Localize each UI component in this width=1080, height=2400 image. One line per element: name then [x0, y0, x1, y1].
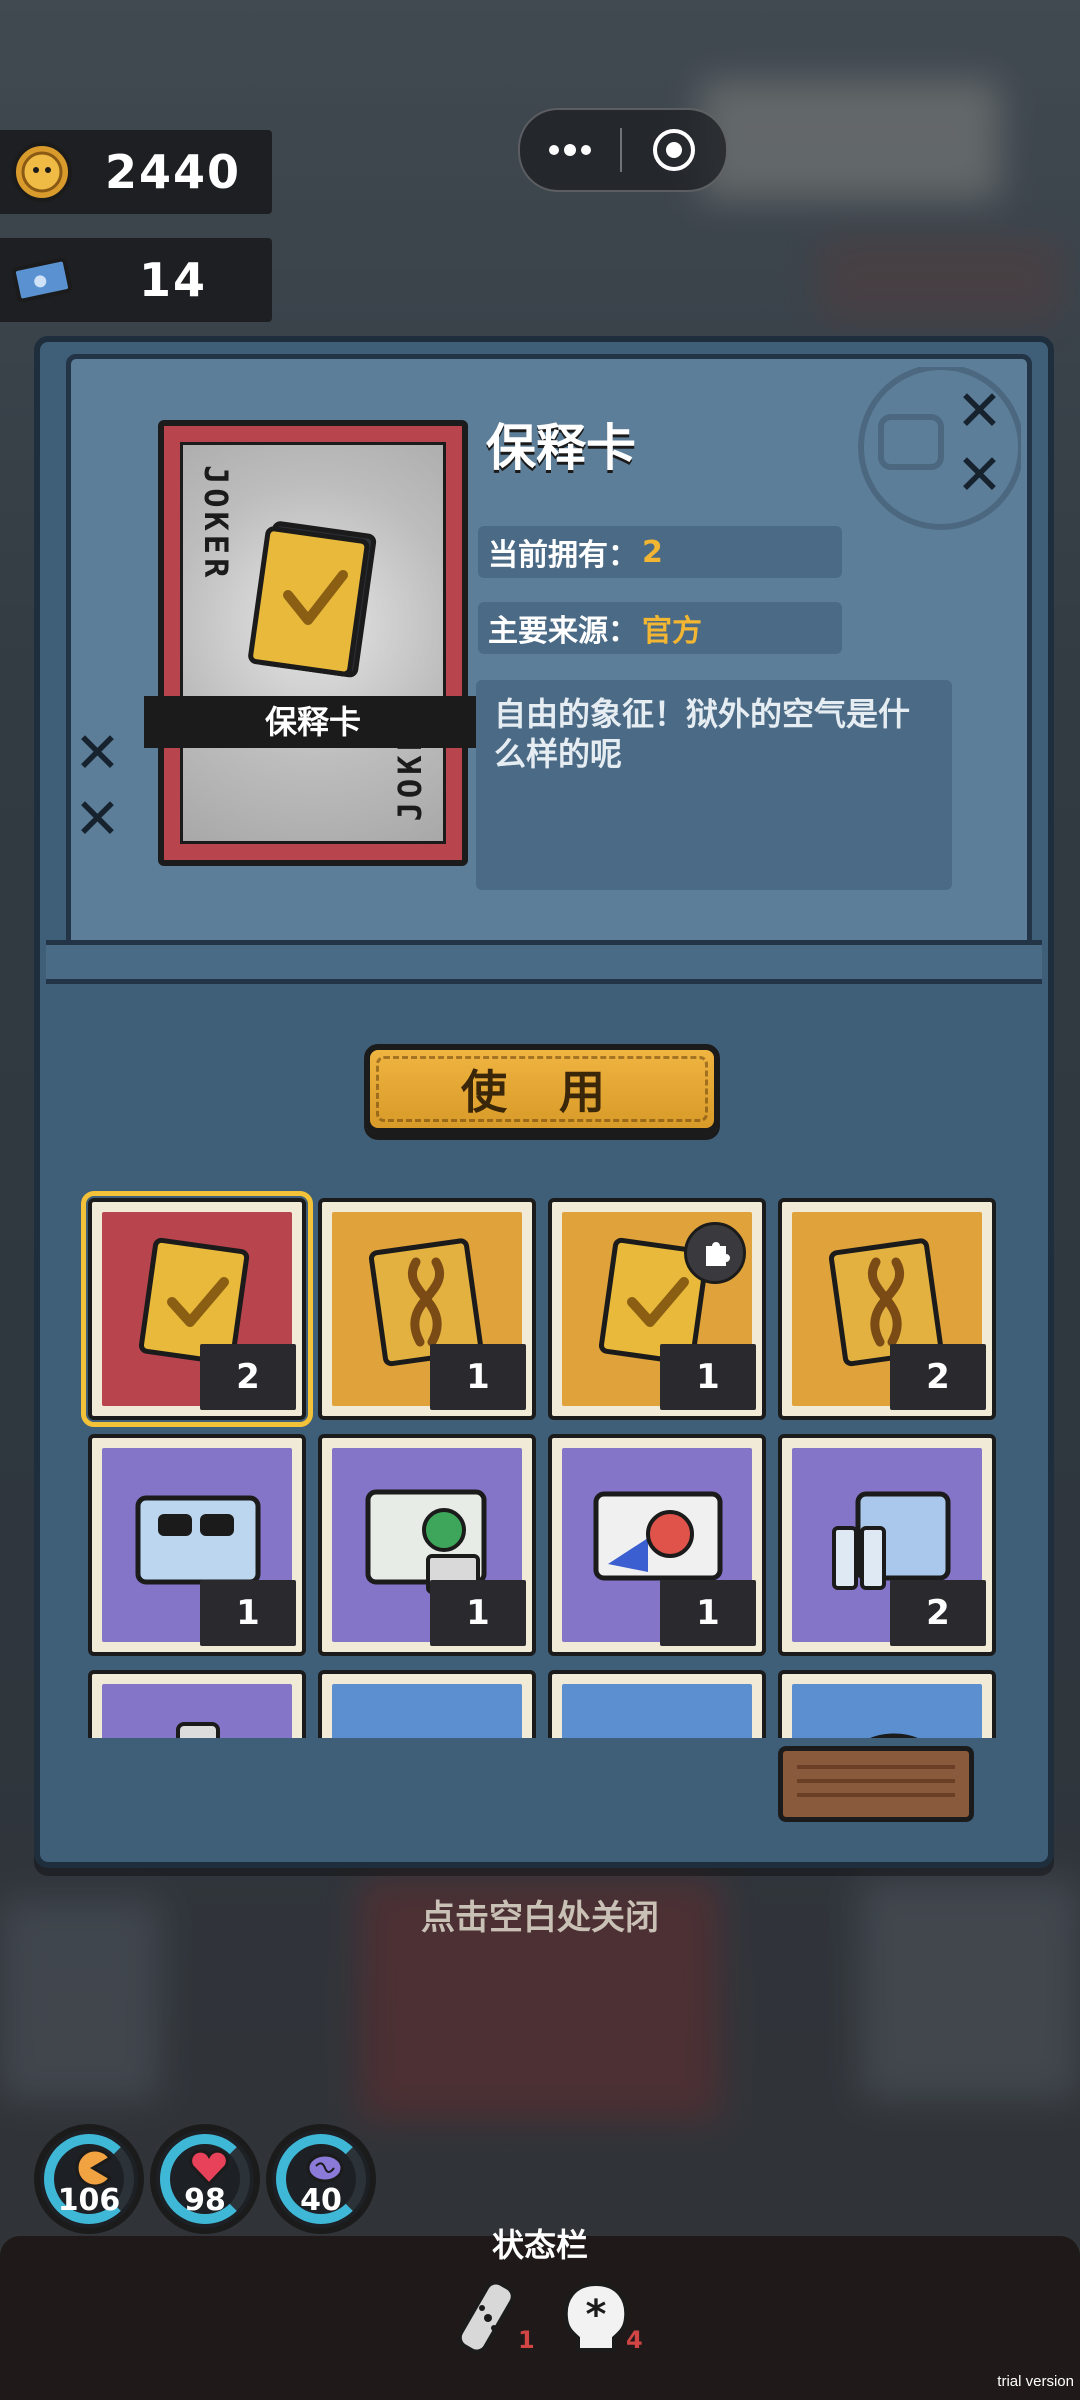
x-mark-decoration: ✕ — [74, 721, 121, 786]
card-name-label: 保释卡 — [144, 696, 482, 748]
box-icon — [358, 1704, 498, 1738]
use-button-label: 使 用 — [460, 1065, 623, 1119]
red-item-icon — [588, 1704, 728, 1738]
brain-icon — [306, 2153, 344, 2183]
inventory-slot[interactable]: 1 — [318, 1198, 536, 1420]
hunger-value: 106 — [57, 2183, 121, 2218]
x-mark-decoration: ✕ — [956, 443, 1003, 508]
item-title: 保释卡 — [486, 419, 636, 477]
owned-value: 2 — [642, 534, 663, 570]
slot-count: 2 — [890, 1344, 986, 1410]
inventory-slot[interactable]: 2 — [778, 1198, 996, 1420]
svg-text:*: * — [586, 2292, 607, 2338]
source-row: 主要来源： 官方 — [478, 602, 842, 654]
inventory-slot[interactable] — [548, 1670, 766, 1738]
slot-count: 1 — [200, 1580, 296, 1646]
coin-icon — [12, 142, 72, 202]
status-bar-title: 状态栏 — [491, 2226, 588, 2264]
bottle-icon — [176, 1722, 220, 1738]
more-dots-icon — [549, 144, 591, 156]
heart-icon — [189, 2150, 229, 2186]
panel-divider — [46, 940, 1042, 984]
ticket-value: 14 — [138, 253, 207, 307]
slot-count: 2 — [890, 1580, 986, 1646]
item-description: 自由的象征！狱外的空气是什么样的呢 — [476, 680, 952, 890]
target-circle-icon — [653, 129, 695, 171]
inventory-slot[interactable] — [318, 1670, 536, 1738]
hunger-stat[interactable]: 106 — [34, 2124, 144, 2234]
inventory-grid[interactable]: 2 1 1 2 1 1 1 2 — [80, 1190, 998, 1738]
inventory-slot[interactable]: 1 — [88, 1434, 306, 1656]
bandage-count: 1 — [518, 2326, 535, 2354]
x-mark-decoration: ✕ — [74, 787, 121, 852]
mind-stat[interactable]: 40 — [266, 2124, 376, 2234]
inventory-slot[interactable]: 1 — [548, 1198, 766, 1420]
bandage-icon[interactable] — [448, 2278, 528, 2358]
inventory-slot[interactable]: 1 — [318, 1434, 536, 1656]
exit-miniprogram-button[interactable] — [622, 110, 726, 190]
card-corner-text-top: JOKER — [197, 465, 235, 582]
use-button[interactable]: 使 用 — [364, 1044, 720, 1134]
health-stat[interactable]: 98 — [150, 2124, 260, 2234]
item-card-preview: JOKER JOKER 保释卡 — [144, 420, 482, 866]
mind-value: 40 — [300, 2183, 342, 2218]
inventory-slot[interactable] — [778, 1670, 996, 1738]
source-value: 官方 — [642, 614, 702, 649]
inventory-slot[interactable]: 2 — [778, 1434, 996, 1656]
more-menu-button[interactable] — [520, 110, 620, 190]
slot-count: 1 — [430, 1344, 526, 1410]
hunger-icon — [75, 2150, 113, 2186]
coin-value: 2440 — [104, 145, 242, 199]
close-hint[interactable]: 点击空白处关闭 — [0, 1890, 1080, 1939]
x-mark-decoration: ✕ — [956, 379, 1003, 444]
slot-count: 1 — [660, 1344, 756, 1410]
owned-count-row: 当前拥有： 2 — [478, 526, 842, 578]
inventory-slot[interactable]: 1 — [548, 1434, 766, 1656]
rock-icon — [870, 1733, 918, 1738]
skull-count: 4 — [626, 2326, 643, 2354]
source-label: 主要来源： — [488, 614, 638, 649]
owned-label: 当前拥有： — [488, 538, 638, 573]
slot-count: 2 — [200, 1344, 296, 1410]
inventory-slot[interactable] — [88, 1670, 306, 1738]
miniprogram-capsule — [518, 108, 728, 192]
inventory-slot[interactable]: 2 — [81, 1191, 313, 1427]
ticket-counter: 14 — [0, 238, 272, 322]
trial-version-label: trial version — [997, 2373, 1074, 2390]
puzzle-badge-icon — [684, 1222, 746, 1284]
bail-card-icon — [248, 521, 377, 678]
ticket-icon — [11, 257, 73, 303]
slot-count: 1 — [430, 1580, 526, 1646]
slot-count: 1 — [660, 1580, 756, 1646]
health-value: 98 — [184, 2183, 226, 2218]
coin-counter: 2440 — [0, 130, 272, 214]
card-face: JOKER JOKER — [180, 442, 446, 844]
scroll-handle[interactable] — [778, 1746, 974, 1822]
skull-icon[interactable]: * — [556, 2278, 636, 2358]
